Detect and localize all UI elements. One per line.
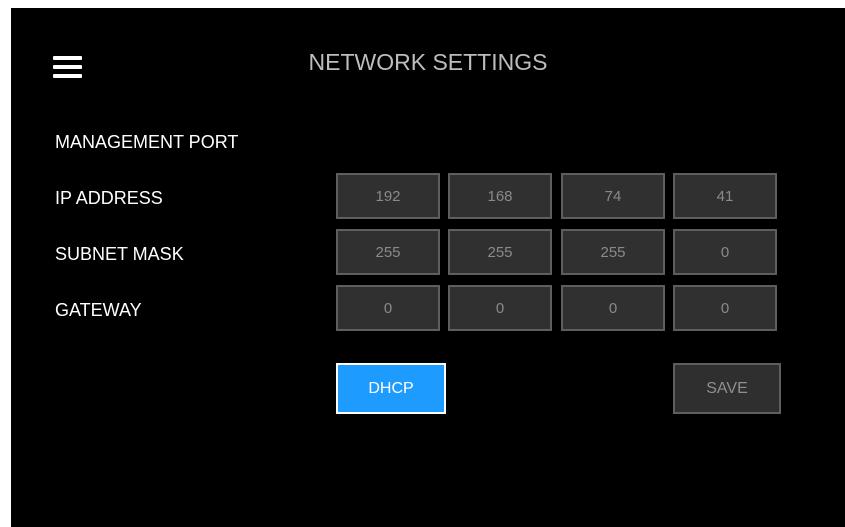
- subnet-mask-label: SUBNET MASK: [55, 244, 184, 264]
- gateway-octet-4[interactable]: [673, 285, 777, 331]
- network-settings-screen: NETWORK SETTINGS MANAGEMENT PORT IP ADDR…: [11, 8, 845, 527]
- subnet-mask-octet-2[interactable]: [448, 229, 552, 275]
- gateway-label: GATEWAY: [55, 300, 142, 320]
- subnet-mask-octet-3[interactable]: [561, 229, 665, 275]
- subnet-mask-octet-1[interactable]: [336, 229, 440, 275]
- ip-address-label: IP ADDRESS: [55, 188, 163, 208]
- ip-address-octet-1[interactable]: [336, 173, 440, 219]
- save-button[interactable]: SAVE: [673, 363, 781, 414]
- gateway-octet-3[interactable]: [561, 285, 665, 331]
- page-title: NETWORK SETTINGS: [308, 49, 548, 75]
- section-title-management-port: MANAGEMENT PORT: [55, 132, 239, 152]
- gateway-octet-1[interactable]: [336, 285, 440, 331]
- subnet-mask-octet-4[interactable]: [673, 229, 777, 275]
- ip-address-octet-4[interactable]: [673, 173, 777, 219]
- dhcp-button[interactable]: DHCP: [336, 363, 446, 414]
- ip-address-octet-2[interactable]: [448, 173, 552, 219]
- ip-address-octet-3[interactable]: [561, 173, 665, 219]
- gateway-octet-2[interactable]: [448, 285, 552, 331]
